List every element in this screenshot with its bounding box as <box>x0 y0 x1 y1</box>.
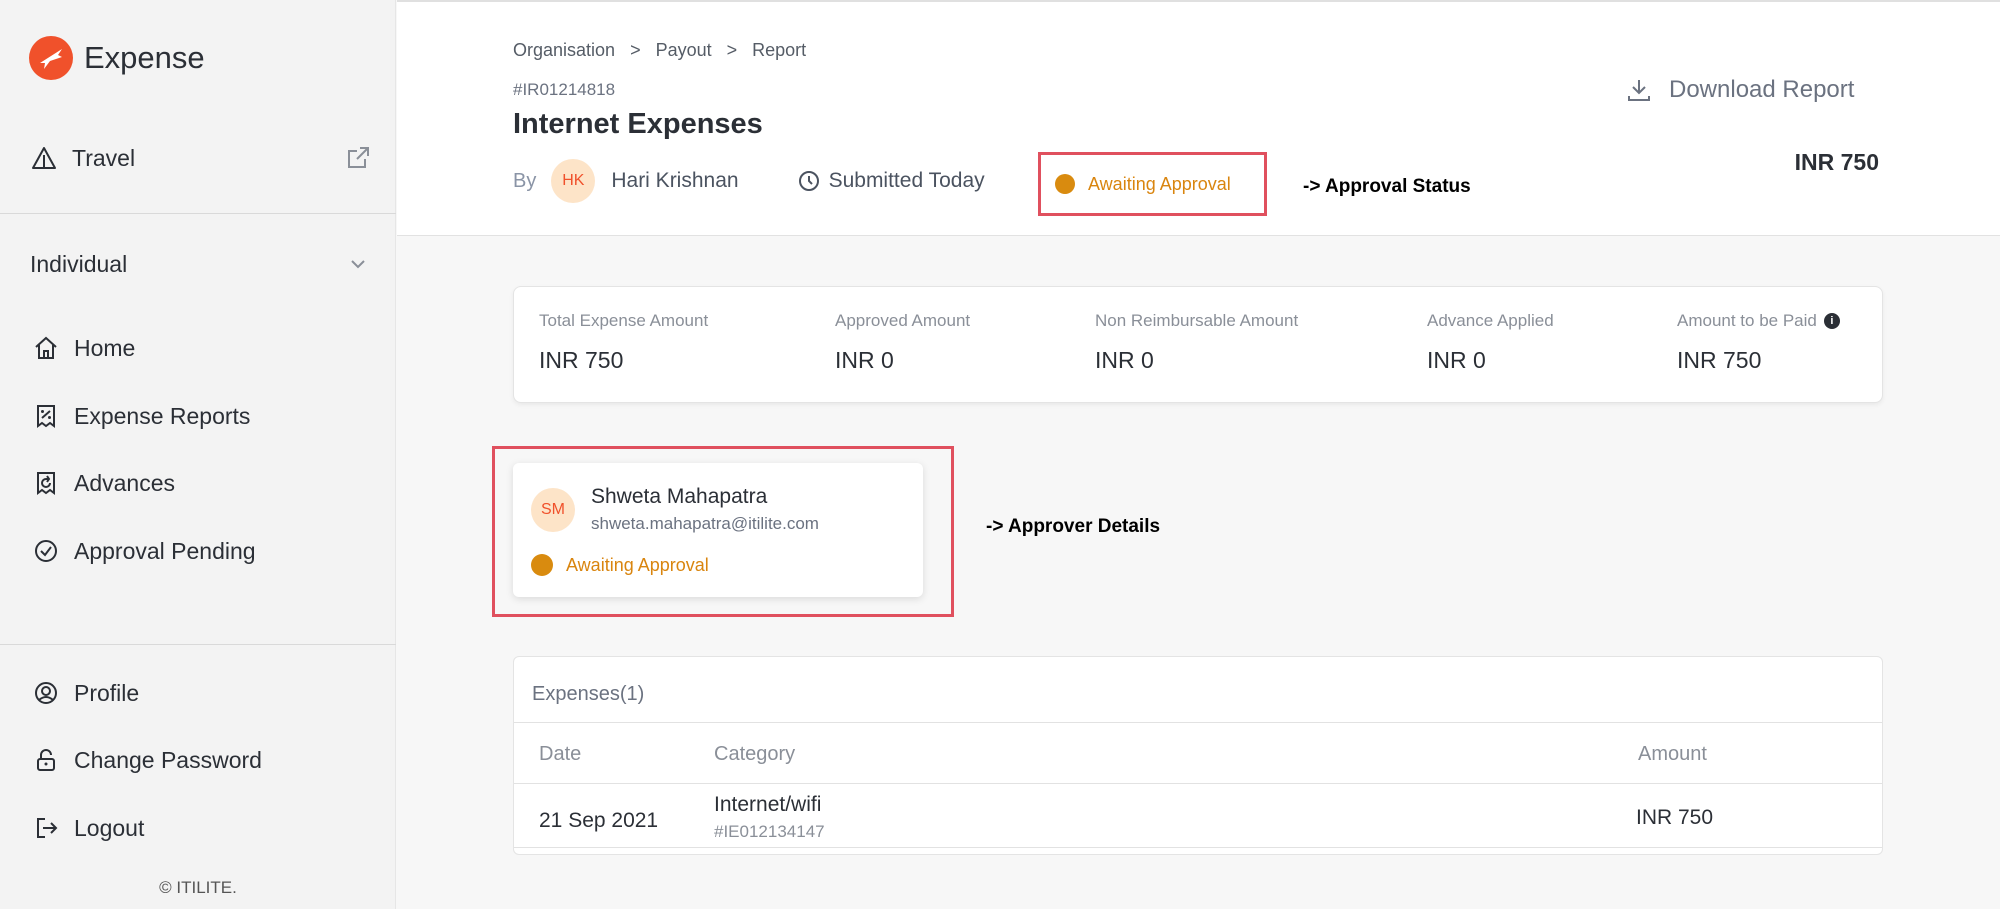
expense-amount: INR 750 <box>1636 806 1714 829</box>
expense-category: Internet/wifi <box>714 793 822 816</box>
table-divider <box>514 783 1882 784</box>
home-icon <box>32 334 60 362</box>
report-meta: By HK Hari Krishnan Submitted Today <box>513 158 985 204</box>
approver-card: SM Shweta Mahapatra shweta.mahapatra@iti… <box>513 463 923 597</box>
approver-email: shweta.mahapatra@itilite.com <box>591 514 819 533</box>
page-title: Internet Expenses <box>513 108 763 140</box>
sidebar-item-label: Profile <box>74 679 140 706</box>
summary-label: Amount to be Paid <box>1677 311 1817 330</box>
report-header: Organisation > Payout > Report #IR012148… <box>397 0 2000 236</box>
advance-icon <box>32 469 60 497</box>
status-dot <box>531 554 553 576</box>
external-link-icon[interactable] <box>344 144 372 172</box>
summary-non-reimbursable: Non Reimbursable Amount INR 0 <box>1095 311 1298 374</box>
breadcrumb-report: Report <box>752 40 807 60</box>
chevron-down-icon <box>344 250 372 278</box>
sidebar-divider <box>0 644 396 645</box>
expenses-title: Expenses(1) <box>532 683 645 705</box>
breadcrumb-organisation[interactable]: Organisation <box>513 40 615 61</box>
summary-advance-applied: Advance Applied INR 0 <box>1427 311 1554 374</box>
sidebar-item-label: Home <box>74 334 136 361</box>
clock-icon <box>795 167 823 195</box>
column-header-amount[interactable]: Amount <box>1638 743 1707 766</box>
summary-label: Advance Applied <box>1427 311 1554 330</box>
approver-status: Awaiting Approval <box>531 554 709 576</box>
summary-amount-to-be-paid: Amount to be Paid i INR 750 <box>1677 311 1840 374</box>
sidebar-item-expense-reports[interactable]: Expense Reports <box>32 402 250 430</box>
column-header-category[interactable]: Category <box>714 743 795 766</box>
status-dot <box>1055 174 1075 194</box>
summary-label-wrap: Amount to be Paid i <box>1677 311 1840 331</box>
context-select[interactable]: Individual <box>30 250 372 278</box>
breadcrumb-separator: > <box>726 40 738 60</box>
summary-value: INR 750 <box>539 347 624 373</box>
sidebar-item-advances[interactable]: Advances <box>32 469 175 497</box>
summary-total-expense: Total Expense Amount INR 750 <box>539 311 708 374</box>
table-divider <box>514 722 1882 723</box>
sidebar-item-home[interactable]: Home <box>32 334 135 362</box>
table-divider <box>514 847 1882 848</box>
expenses-table: Expenses(1) Date Category Amount 21 Sep … <box>513 656 1883 855</box>
logout-icon <box>32 814 60 842</box>
sidebar-item-profile[interactable]: Profile <box>32 679 139 707</box>
expense-id: #IE012134147 <box>714 822 825 841</box>
breadcrumb: Organisation > Payout > Report <box>513 40 806 61</box>
brand[interactable]: Expense <box>29 36 205 80</box>
report-total-amount: INR 750 <box>1794 149 1879 175</box>
report-id: #IR01214818 <box>513 80 616 99</box>
copyright: © ITILITE. <box>159 878 237 897</box>
approval-status-annotation: -> Approval Status <box>1303 176 1471 197</box>
approver-details-annotation: -> Approver Details <box>986 516 1161 537</box>
summary-label: Non Reimbursable Amount <box>1095 311 1299 330</box>
by-label: By <box>513 169 537 192</box>
sidebar-item-change-password[interactable]: Change Password <box>32 746 262 774</box>
breadcrumb-payout[interactable]: Payout <box>656 40 712 61</box>
column-header-date[interactable]: Date <box>539 743 581 766</box>
travel-label: Travel <box>72 144 136 171</box>
expense-date: 21 Sep 2021 <box>539 809 659 832</box>
summary-approved: Approved Amount INR 0 <box>835 311 970 374</box>
submitted-date: Submitted Today <box>828 169 985 192</box>
status-label: Awaiting Approval <box>1088 173 1231 194</box>
summary-label: Total Expense Amount <box>539 311 709 330</box>
sidebar-item-label: Expense Reports <box>74 402 251 429</box>
approver-status-label: Awaiting Approval <box>566 554 709 575</box>
submitter-avatar: HK <box>551 159 596 203</box>
app-name: Expense <box>84 40 205 75</box>
approver-avatar: SM <box>531 488 575 532</box>
approval-status-badge: Awaiting Approval <box>1038 152 1267 216</box>
download-report-label: Download Report <box>1669 76 1855 103</box>
approver-name: Shweta Mahapatra <box>591 485 768 508</box>
summary-value: INR 0 <box>835 347 894 373</box>
submitter-name: Hari Krishnan <box>611 169 739 192</box>
breadcrumb-separator: > <box>630 40 641 60</box>
sidebar-item-label: Approval Pending <box>74 537 256 564</box>
user-circle-icon <box>32 679 60 707</box>
sidebar-item-label: Change Password <box>74 746 262 773</box>
sidebar: Expense Travel Individual Home Expense R… <box>0 0 396 909</box>
summary-label: Approved Amount <box>835 311 971 330</box>
plane-logo-icon <box>29 36 73 80</box>
summary-value: INR 750 <box>1677 347 1762 373</box>
lock-icon <box>32 746 60 774</box>
download-icon <box>1625 76 1653 104</box>
summary-value: INR 0 <box>1427 347 1486 373</box>
receipt-icon <box>32 402 60 430</box>
context-select-value: Individual <box>30 250 128 277</box>
check-circle-icon <box>32 537 60 565</box>
info-icon[interactable]: i <box>1823 313 1840 329</box>
download-report-button[interactable]: Download Report <box>1625 76 1854 104</box>
travel-link[interactable]: Travel <box>30 144 372 172</box>
sidebar-divider <box>0 213 396 214</box>
travel-warning-icon <box>30 144 58 172</box>
sidebar-item-logout[interactable]: Logout <box>32 814 144 842</box>
amount-summary-card: Total Expense Amount INR 750 Approved Am… <box>513 286 1883 403</box>
sidebar-item-label: Logout <box>74 814 145 841</box>
sidebar-item-approval-pending[interactable]: Approval Pending <box>32 537 256 565</box>
sidebar-item-label: Advances <box>74 469 176 496</box>
summary-value: INR 0 <box>1095 347 1154 373</box>
